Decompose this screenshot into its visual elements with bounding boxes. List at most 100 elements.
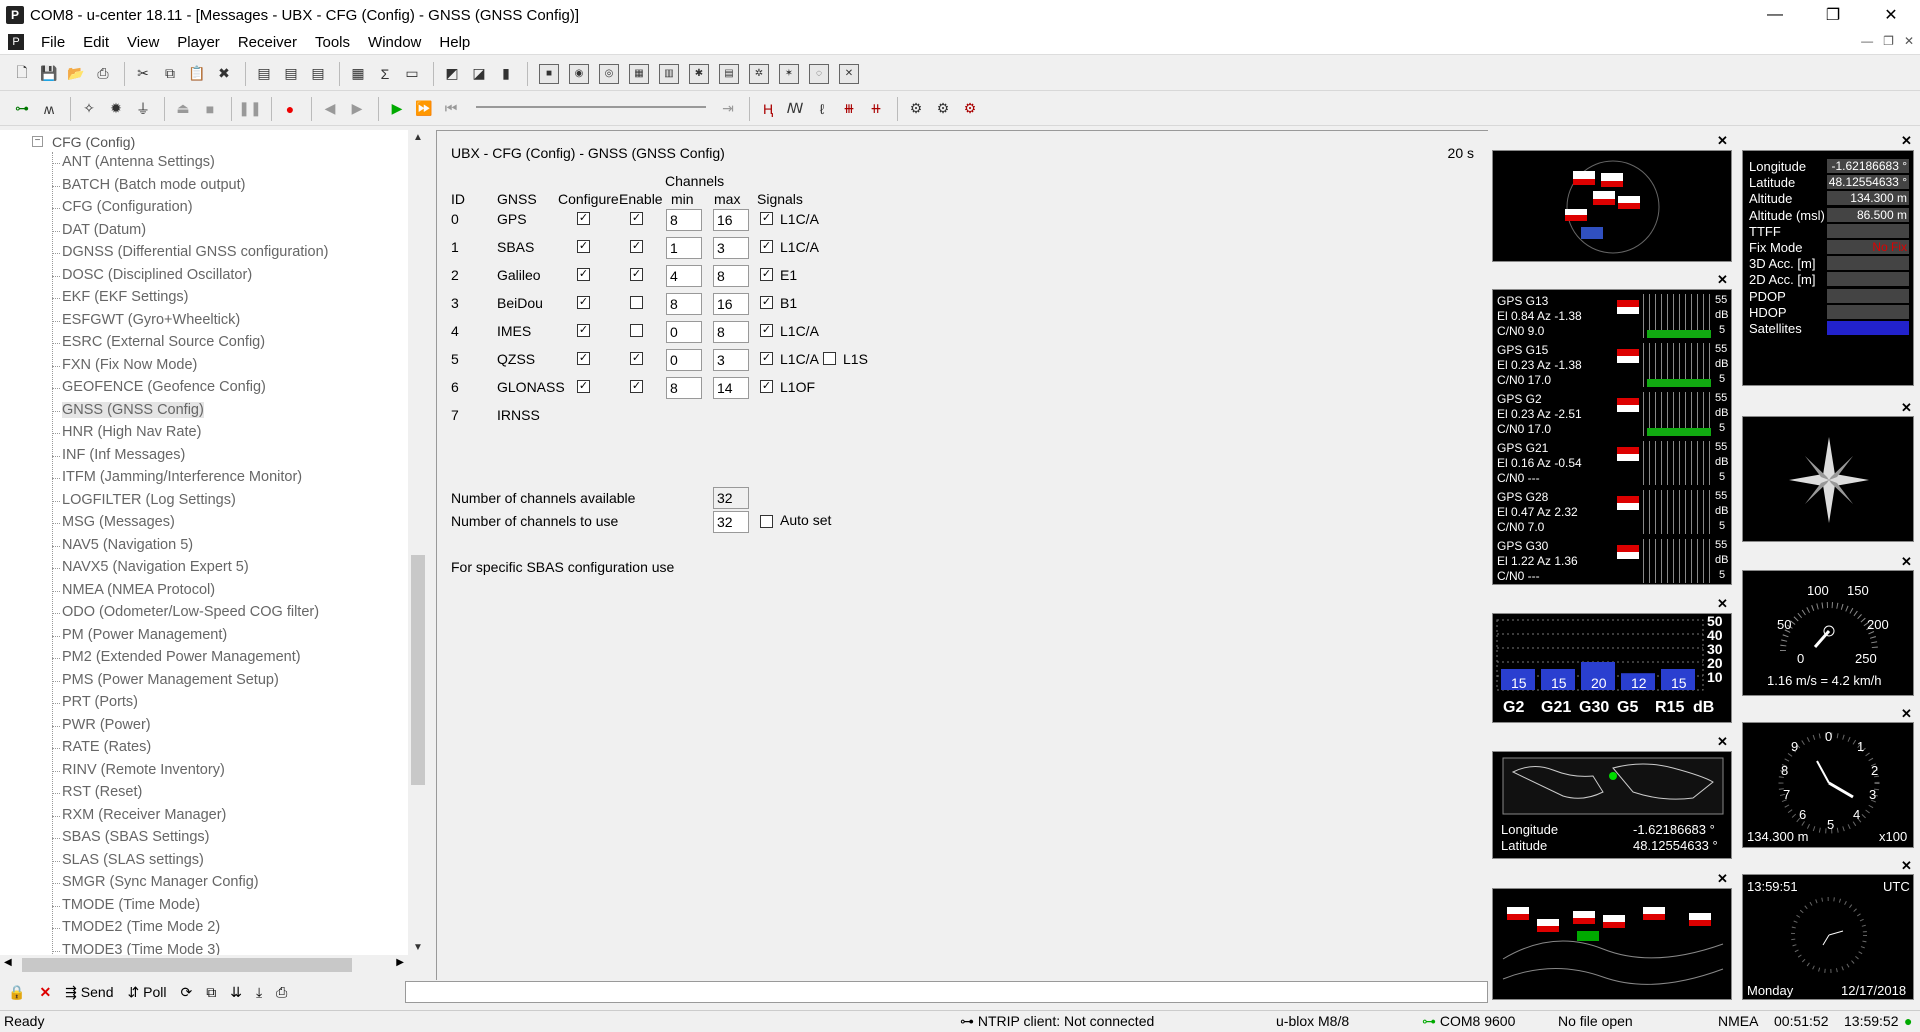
tree-item[interactable]: PWR (Power) [52,717,151,733]
end-icon[interactable]: ⇥ [716,97,740,121]
play-icon[interactable]: ▶ [385,97,409,121]
scroll-right-icon[interactable]: ▶ [396,957,404,968]
view7-icon[interactable]: ▤ [719,63,739,84]
close-button[interactable]: ✕ [1862,0,1920,30]
signal-checkbox[interactable]: ✓ [760,324,773,337]
view9-icon[interactable]: ✶ [779,63,799,84]
view4-icon[interactable]: ▦ [629,63,649,84]
scroll-up-icon[interactable]: ▲ [413,132,423,143]
tree-item[interactable]: SLAS (SLAS settings) [52,852,204,868]
tree-item[interactable]: ITFM (Jamming/Interference Monitor) [51,469,302,485]
doc3-icon[interactable]: ▤ [306,62,330,86]
signal-checkbox[interactable]: ✓ [760,296,773,309]
step-fwd-icon[interactable]: ▶ [345,97,369,121]
tree-vertical-scrollbar[interactable]: ▲ ▼ [408,130,428,955]
chart2-icon[interactable]: ◪ [467,62,491,86]
max-channels-input[interactable]: 8 [713,321,749,343]
enable-checkbox[interactable] [630,296,643,309]
tree-item[interactable]: DGNSS (Differential GNSS configuration) [51,244,328,260]
view5-icon[interactable]: ▥ [659,63,679,84]
view3-icon[interactable]: ◎ [599,63,619,84]
tree-scroll-thumb[interactable] [411,555,425,785]
tree-item[interactable]: PMS (Power Management Setup) [52,672,279,688]
tree-item[interactable]: MSG (Messages) [52,514,175,530]
min-channels-input[interactable]: 8 [666,293,702,315]
view2-icon[interactable]: ◉ [569,63,589,84]
close-clock-icon[interactable]: ✕ [1901,858,1912,874]
delete-icon[interactable]: ✕ [39,984,51,1001]
menu-view[interactable]: View [118,34,168,51]
debug-icon[interactable]: ✹ [104,97,128,121]
tree-item[interactable]: SMGR (Sync Manager Config) [52,874,259,890]
tree-item[interactable]: BATCH (Batch mode output) [51,177,245,193]
maximize-button[interactable]: ❐ [1804,0,1862,30]
close-sky-icon[interactable]: ✕ [1717,133,1728,149]
enable-checkbox[interactable] [630,324,643,337]
signal-icon-1[interactable]: Ⱨ [756,97,780,121]
autoset-checkbox[interactable] [760,515,773,528]
tree-item[interactable]: GNSS (GNSS Config) [52,401,204,418]
rewind-icon[interactable]: ⏮ [439,97,463,121]
table-icon[interactable]: ▭ [400,62,424,86]
scroll-down-icon[interactable]: ▼ [413,942,423,953]
menu-tools[interactable]: Tools [306,34,359,51]
view8-icon[interactable]: ✲ [749,63,769,84]
tree-item[interactable]: NAV5 (Navigation 5) [51,537,193,553]
tree-item[interactable]: ESRC (External Source Config) [51,334,265,350]
close-compass-icon[interactable]: ✕ [1901,400,1912,416]
tree-item[interactable]: NAVX5 (Navigation Expert 5) [52,559,249,575]
configure-checkbox[interactable]: ✓ [577,352,590,365]
tree-horizontal-scrollbar[interactable]: ◀ ▶ [0,955,408,975]
tree-hscroll-thumb[interactable] [22,958,352,972]
mdi-close-icon[interactable]: ✕ [1904,34,1914,48]
refresh-icon[interactable]: ⟳ [180,984,192,1001]
record-icon[interactable]: ● [278,97,302,121]
max-channels-input[interactable]: 16 [713,209,749,231]
tree-item[interactable]: NMEA (NMEA Protocol) [51,582,215,598]
tree-item[interactable]: PM (Power Management) [51,627,227,643]
connect-icon[interactable]: ⊶ [10,97,34,121]
paste-icon[interactable]: 📋 [185,62,209,86]
tree-item[interactable]: ODO (Odometer/Low-Speed COG filter) [51,604,319,620]
step-back-icon[interactable]: ◀ [318,97,342,121]
signal2-checkbox[interactable] [823,352,836,365]
enable-checkbox[interactable]: ✓ [630,352,643,365]
printer-icon[interactable]: ⎙ [276,984,287,1001]
tree-item[interactable]: CFG (Configuration) [52,199,193,215]
tree-item[interactable]: DAT (Datum) [51,222,146,238]
pause-icon[interactable]: ❚❚ [238,97,262,121]
minimize-button[interactable]: — [1746,0,1804,30]
configure-checkbox[interactable]: ✓ [577,240,590,253]
signal-checkbox[interactable]: ✓ [760,268,773,281]
doc-icon[interactable]: ▤ [252,62,276,86]
signal-checkbox[interactable]: ✓ [760,380,773,393]
signal-checkbox[interactable]: ✓ [760,352,773,365]
close-alt-icon[interactable]: ✕ [1901,706,1912,722]
eject-icon[interactable]: ⏏ [171,97,195,121]
tree-item[interactable]: FXN (Fix Now Mode) [51,357,197,373]
antenna-icon[interactable]: ⏚ [131,97,155,121]
signal-checkbox[interactable]: ✓ [760,212,773,225]
new-icon[interactable]: 🗋 [10,62,34,86]
min-channels-input[interactable]: 8 [666,377,702,399]
configure-checkbox[interactable]: ✓ [577,212,590,225]
menu-player[interactable]: Player [168,34,229,51]
tree-item[interactable]: DOSC (Disciplined Oscillator) [51,267,252,283]
max-channels-input[interactable]: 14 [713,377,749,399]
open-icon[interactable]: 📂 [64,62,88,86]
max-channels-input[interactable]: 8 [713,265,749,287]
tree-item[interactable]: RATE (Rates) [51,739,151,755]
max-channels-input[interactable]: 3 [713,349,749,371]
enable-checkbox[interactable]: ✓ [630,380,643,393]
message-input[interactable] [405,981,1488,1003]
tree-item[interactable]: SBAS (SBAS Settings) [51,829,209,845]
tree-item[interactable]: HNR (High Nav Rate) [51,424,201,440]
stop-icon[interactable]: ■ [198,97,222,121]
ff-icon[interactable]: ⏩ [412,97,436,121]
copy-msg-icon[interactable]: ⧉ [206,984,216,1001]
tree-item[interactable]: LOGFILTER (Log Settings) [52,492,236,508]
mdi-restore-icon[interactable]: ❐ [1883,34,1894,48]
baud-icon[interactable]: ʍ [37,97,61,121]
print-icon[interactable]: ⎙ [91,62,115,86]
gear-icon-3[interactable]: ⚙ [958,97,982,121]
